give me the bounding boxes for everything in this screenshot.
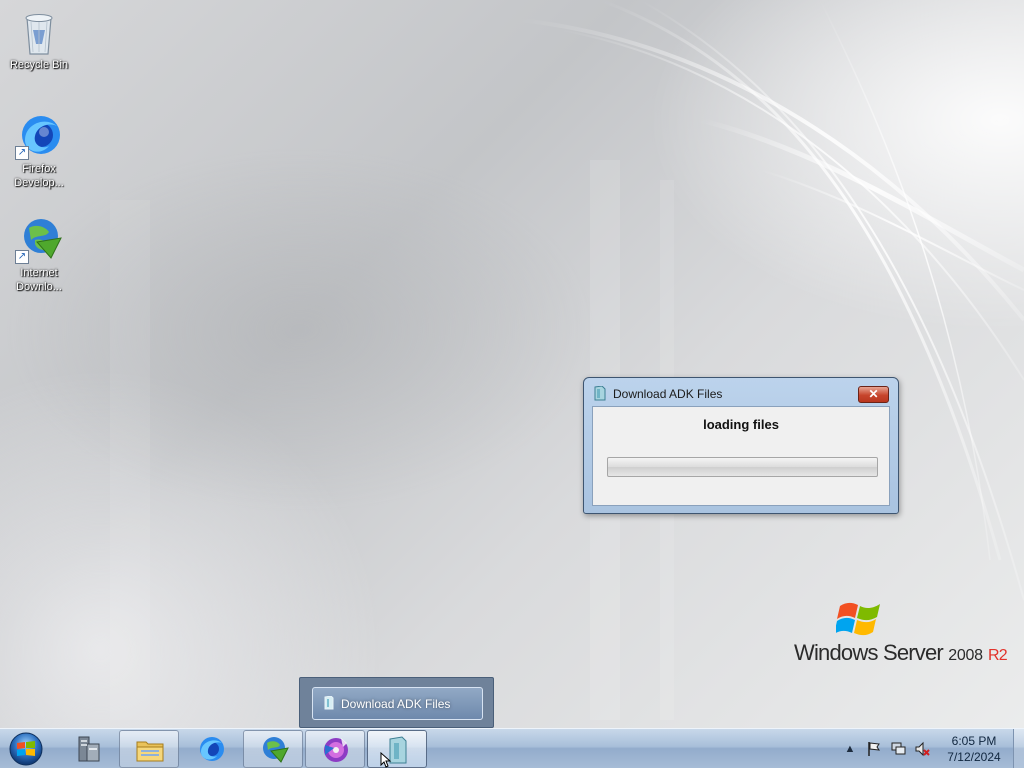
desktop-icon-label: Firefox Develop... <box>14 163 64 189</box>
recycle-bin-icon <box>15 8 63 56</box>
idm-icon <box>263 737 289 763</box>
clock-date: 7/12/2024 <box>947 750 1001 764</box>
close-button[interactable]: ✕ <box>858 386 889 403</box>
desktop-icon-label: Internet Downlo... <box>16 267 62 293</box>
firefox-developer-icon: ↗ <box>15 112 63 160</box>
desktop-icon-internet-download-manager[interactable]: ↗ Internet Downlo... <box>1 216 77 294</box>
dialog-titlebar[interactable]: Download ADK Files ✕ <box>584 378 898 406</box>
system-clock[interactable]: 6:05 PM 7/12/2024 <box>938 733 1010 765</box>
windows-start-orb-icon <box>9 732 43 766</box>
app-window-icon <box>324 696 334 710</box>
network-icon[interactable] <box>890 741 906 757</box>
brand-version: 2008 <box>948 647 983 664</box>
show-desktop-button[interactable] <box>1013 729 1024 768</box>
taskbar-button-internet-download-manager[interactable] <box>243 730 303 768</box>
media-disc-icon <box>324 738 348 762</box>
show-hidden-icons-button[interactable]: ▲ <box>842 741 858 757</box>
dialog-content: loading files <box>592 406 890 506</box>
start-button[interactable] <box>6 731 46 767</box>
taskbar-button-firefox[interactable] <box>181 730 241 768</box>
brand-windows: Windows Server <box>794 640 944 665</box>
windows-server-wordmark: Windows Server 2008 R2 <box>794 640 1008 666</box>
desktop-icon-recycle-bin[interactable]: Recycle Bin <box>1 8 77 72</box>
firefox-icon <box>200 737 224 761</box>
desktop-icon-firefox-developer[interactable]: ↗ Firefox Develop... <box>1 112 77 190</box>
brand-edition: R2 <box>988 647 1008 664</box>
taskbar-button-server-manager[interactable] <box>58 730 118 768</box>
dialog-title: Download ADK Files <box>613 387 723 401</box>
taskbar-button-download-adk-files[interactable] <box>367 730 427 768</box>
taskbar-thumbnail-popup: Download ADK Files <box>299 677 494 728</box>
shortcut-arrow-icon: ↗ <box>15 250 29 264</box>
shortcut-arrow-icon: ↗ <box>15 146 29 160</box>
windows-logo-icon <box>836 602 880 636</box>
clock-time: 6:05 PM <box>951 734 997 748</box>
loading-message: loading files <box>703 417 779 432</box>
taskbar-button-file-explorer[interactable] <box>119 730 179 768</box>
taskbar-button-media-app[interactable] <box>305 730 365 768</box>
folder-icon <box>136 741 164 762</box>
app-window-icon <box>594 386 606 401</box>
desktop-icon-label: Recycle Bin <box>9 59 69 71</box>
server-manager-icon <box>78 736 100 762</box>
volume-muted-icon[interactable] <box>914 741 930 757</box>
progress-bar <box>607 457 878 477</box>
action-center-flag-icon[interactable] <box>866 741 882 757</box>
internet-download-manager-icon: ↗ <box>15 216 63 264</box>
taskbar: ▲ 6:05 PM 7/12/2024 <box>0 728 1024 768</box>
download-adk-files-dialog[interactable]: Download ADK Files ✕ loading files <box>583 377 899 514</box>
thumbnail-label: Download ADK Files <box>341 697 451 711</box>
thumbnail-window-item[interactable]: Download ADK Files <box>312 687 483 720</box>
mouse-cursor-icon <box>380 752 392 768</box>
windows-server-branding: Windows Server 2008 R2 <box>794 598 1008 668</box>
